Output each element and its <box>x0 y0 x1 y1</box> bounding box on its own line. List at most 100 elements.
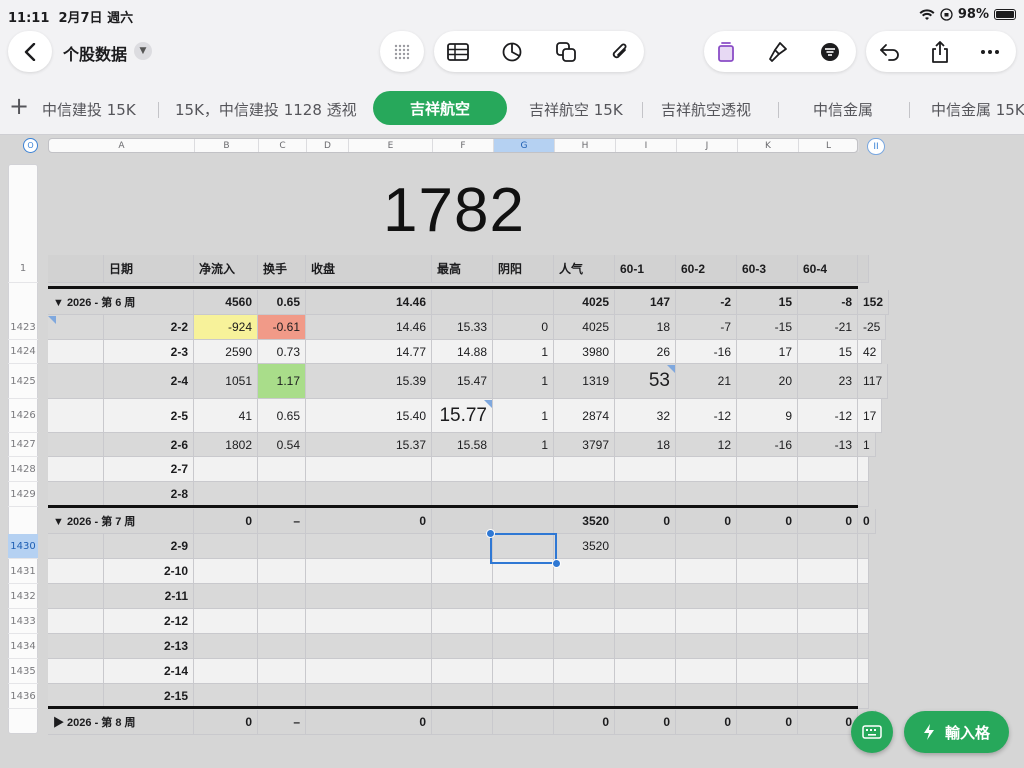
row-number[interactable]: 1436 <box>8 684 38 709</box>
share-button[interactable] <box>918 31 962 72</box>
date-cell[interactable]: 2-14 <box>104 659 194 684</box>
data-cell[interactable]: 117 <box>858 364 889 399</box>
table-button[interactable] <box>436 31 480 72</box>
data-cell[interactable]: 0.54 <box>258 433 306 457</box>
data-cell[interactable] <box>676 609 737 634</box>
data-cell[interactable] <box>858 559 869 584</box>
data-cell[interactable]: 26 <box>615 340 676 364</box>
data-cell[interactable]: 1 <box>493 364 554 399</box>
data-cell[interactable]: 21 <box>676 364 737 399</box>
data-cell[interactable] <box>615 534 676 559</box>
organize-button[interactable] <box>808 31 852 72</box>
data-cell[interactable]: -7 <box>676 315 737 340</box>
date-cell[interactable]: 2-4 <box>104 364 194 399</box>
data-cell[interactable] <box>432 634 493 659</box>
data-cell[interactable] <box>858 482 869 507</box>
data-cell[interactable]: 18 <box>615 433 676 457</box>
data-cell[interactable] <box>798 634 858 659</box>
data-cell[interactable] <box>615 482 676 507</box>
data-cell[interactable] <box>432 659 493 684</box>
date-cell[interactable]: 2-6 <box>104 433 194 457</box>
data-cell[interactable]: -12 <box>676 399 737 433</box>
data-cell[interactable]: 9 <box>737 399 798 433</box>
data-cell[interactable] <box>306 534 432 559</box>
data-cell[interactable]: 0.73 <box>258 340 306 364</box>
data-cell[interactable] <box>798 659 858 684</box>
data-cell[interactable] <box>432 559 493 584</box>
data-cell[interactable] <box>306 559 432 584</box>
data-cell[interactable] <box>615 659 676 684</box>
data-cell[interactable] <box>676 584 737 609</box>
date-cell[interactable]: 2-10 <box>104 559 194 584</box>
row-cell[interactable] <box>48 634 104 659</box>
data-cell[interactable]: 1051 <box>194 364 258 399</box>
data-cell[interactable] <box>493 634 554 659</box>
data-cell[interactable]: -25 <box>858 315 887 340</box>
row-cell[interactable] <box>48 340 104 364</box>
data-cell[interactable] <box>858 584 869 609</box>
data-cell[interactable]: 14.46 <box>306 315 432 340</box>
data-cell[interactable]: 14.77 <box>306 340 432 364</box>
tab-1[interactable]: 15K，中信建投 1128 透视 <box>175 99 357 120</box>
data-cell[interactable] <box>798 482 858 507</box>
row-number[interactable]: 1434 <box>8 634 38 659</box>
data-cell[interactable]: 12 <box>676 433 737 457</box>
data-cell[interactable] <box>737 634 798 659</box>
date-cell[interactable]: 2-7 <box>104 457 194 482</box>
data-cell[interactable] <box>194 482 258 507</box>
data-cell[interactable] <box>306 609 432 634</box>
data-cell[interactable]: 3797 <box>554 433 615 457</box>
data-cell[interactable] <box>676 634 737 659</box>
data-cell[interactable]: -13 <box>798 433 858 457</box>
data-cell[interactable] <box>798 559 858 584</box>
data-cell[interactable] <box>194 457 258 482</box>
data-cell[interactable] <box>306 634 432 659</box>
row-number[interactable]: 1427 <box>8 433 38 457</box>
data-cell[interactable] <box>737 559 798 584</box>
date-cell[interactable]: 2-13 <box>104 634 194 659</box>
tab-5[interactable]: 中信金属 <box>813 99 873 120</box>
data-cell[interactable]: 41 <box>194 399 258 433</box>
data-cell[interactable] <box>676 659 737 684</box>
data-cell[interactable] <box>554 659 615 684</box>
data-cell[interactable] <box>676 559 737 584</box>
data-cell[interactable]: 1 <box>493 340 554 364</box>
attachment-button[interactable] <box>598 31 642 72</box>
data-cell[interactable] <box>432 584 493 609</box>
data-cell[interactable]: 3520 <box>554 534 615 559</box>
row-cell[interactable] <box>48 482 104 507</box>
data-cell[interactable] <box>858 634 869 659</box>
data-cell[interactable] <box>306 457 432 482</box>
data-cell[interactable]: 1 <box>493 433 554 457</box>
data-cell[interactable]: 4025 <box>554 315 615 340</box>
data-cell[interactable] <box>737 609 798 634</box>
keyboard-button[interactable] <box>851 711 893 753</box>
data-cell[interactable]: 15.33 <box>432 315 493 340</box>
data-cell[interactable] <box>737 534 798 559</box>
data-cell[interactable]: 18 <box>615 315 676 340</box>
data-cell[interactable]: 15.39 <box>306 364 432 399</box>
data-cell[interactable] <box>858 684 869 709</box>
data-cell[interactable]: 15.58 <box>432 433 493 457</box>
selection-handle-top[interactable] <box>486 529 495 538</box>
shapes-button[interactable] <box>544 31 588 72</box>
data-cell[interactable]: 42 <box>858 340 883 364</box>
data-cell[interactable] <box>615 609 676 634</box>
data-cell[interactable]: 0.65 <box>258 399 306 433</box>
row-cell[interactable] <box>48 584 104 609</box>
format-button[interactable] <box>704 31 748 72</box>
data-cell[interactable]: -21 <box>798 315 858 340</box>
data-cell[interactable] <box>258 482 306 507</box>
data-cell[interactable] <box>493 609 554 634</box>
data-cell[interactable]: 20 <box>737 364 798 399</box>
data-cell[interactable]: 2874 <box>554 399 615 433</box>
data-cell[interactable] <box>798 609 858 634</box>
data-cell[interactable] <box>258 457 306 482</box>
data-cell[interactable]: -16 <box>676 340 737 364</box>
data-cell[interactable] <box>258 609 306 634</box>
data-cell[interactable] <box>306 482 432 507</box>
row-cell[interactable] <box>48 534 104 559</box>
data-cell[interactable]: -0.61 <box>258 315 306 340</box>
enter-cell-button[interactable]: 輸入格 <box>904 711 1009 753</box>
data-cell[interactable] <box>432 534 493 559</box>
